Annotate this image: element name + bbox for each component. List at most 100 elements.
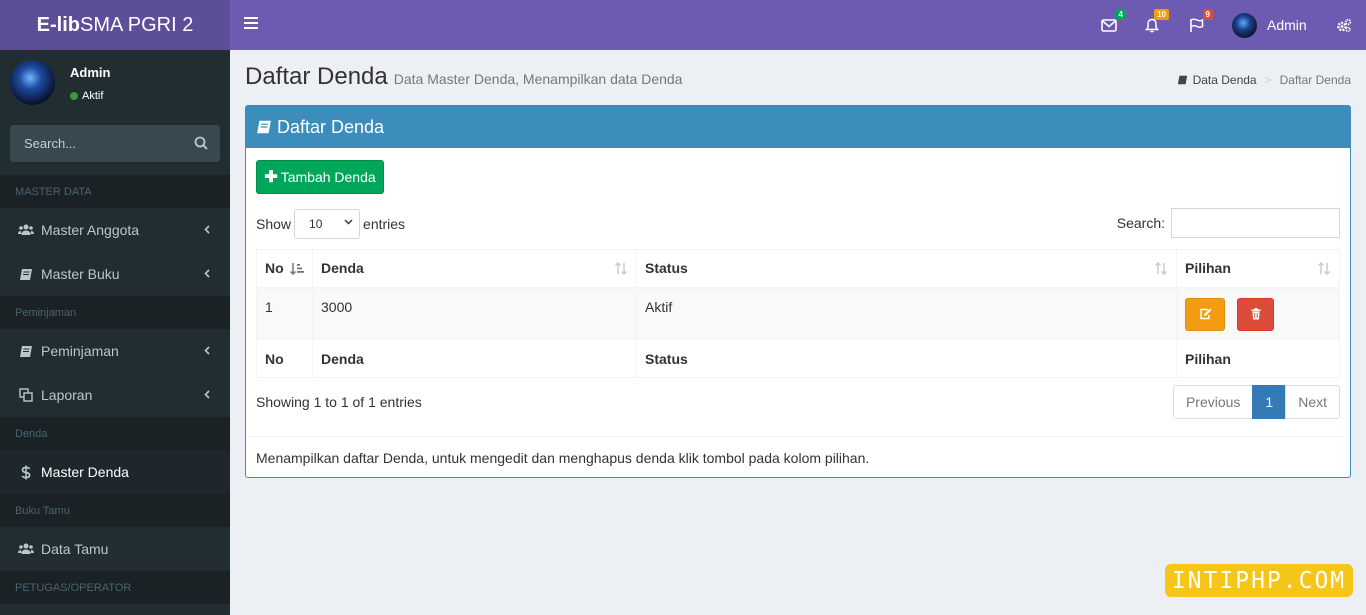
edit-button[interactable]	[1185, 297, 1225, 331]
sidebar-search	[10, 125, 220, 162]
app-logo[interactable]: E-lib SMA PGRI 2	[0, 0, 230, 50]
footer-column-no: No	[256, 339, 313, 378]
page-title: Daftar Denda	[245, 63, 388, 90]
user-status: Aktif	[70, 90, 103, 102]
navbar-user-name: Admin	[1267, 17, 1307, 33]
show-label: Show	[256, 216, 292, 232]
tasks-button[interactable]: 9	[1185, 9, 1213, 36]
table-search: Search:	[1117, 208, 1340, 238]
sidebar-item-master-anggota[interactable]: Master Anggota	[0, 208, 230, 252]
logo-text: SMA PGRI 2	[79, 13, 194, 36]
sidebar: Admin Aktif MASTER DATA Master Anggota M…	[0, 50, 230, 615]
menu-header: MASTER DATA	[0, 175, 230, 208]
breadcrumb-current: Daftar Denda	[1279, 73, 1351, 87]
column-label: No	[265, 260, 284, 277]
sidebar-menu: MASTER DATA Master Anggota Master Buku P…	[0, 175, 230, 604]
messages-badge: 4	[1115, 9, 1126, 20]
table-search-input[interactable]	[1171, 208, 1340, 238]
menu-header: Denda	[0, 417, 230, 450]
logo-bold: E-lib	[36, 13, 80, 36]
denda-box: Daftar Denda ✚ Tambah Denda Show 10 entr…	[245, 105, 1351, 478]
top-navbar: 4 10 9 Admin	[230, 0, 1366, 50]
sort-both-icon	[1317, 262, 1331, 275]
plus-icon: ✚	[264, 169, 278, 186]
entries-select[interactable]: 10	[294, 209, 361, 239]
messages-button[interactable]: 4	[1098, 9, 1126, 36]
sidebar-search-input[interactable]	[10, 125, 180, 162]
sidebar-item-label: Data Tamu	[41, 541, 109, 557]
sidebar-toggle-icon[interactable]	[244, 17, 258, 31]
page-1-button[interactable]: 1	[1252, 385, 1287, 419]
flag-icon	[1189, 18, 1203, 32]
denda-table: No Denda Status Pilihan 1 3000 Aktif No …	[256, 249, 1340, 378]
menu-header: PETUGAS/OPERATOR	[0, 571, 230, 604]
copy-icon	[18, 388, 34, 402]
entries-label: entries	[363, 216, 406, 232]
column-header-pilihan[interactable]: Pilihan	[1176, 249, 1340, 289]
chevron-left-icon	[204, 346, 210, 355]
search-label: Search:	[1116, 215, 1165, 231]
tasks-badge: 9	[1202, 9, 1213, 20]
next-page-button[interactable]: Next	[1285, 385, 1340, 419]
column-label: Denda	[321, 260, 364, 277]
box-header: Daftar Denda	[246, 106, 1350, 148]
pagination: Previous 1 Next	[1172, 385, 1340, 419]
delete-button[interactable]	[1237, 297, 1274, 331]
search-icon[interactable]	[194, 136, 208, 153]
sidebar-user-name: Admin	[70, 65, 111, 80]
sidebar-item-master-denda[interactable]: Master Denda	[0, 450, 230, 494]
column-label: Pilihan	[1185, 260, 1231, 277]
column-label: Status	[645, 260, 688, 277]
sidebar-item-master-buku[interactable]: Master Buku	[0, 252, 230, 296]
notifications-button[interactable]: 10	[1141, 9, 1169, 36]
sidebar-item-label: Laporan	[41, 387, 93, 403]
sidebar-item-peminjaman[interactable]: Peminjaman	[0, 329, 230, 373]
dollar-icon	[18, 465, 34, 480]
table-info: Showing 1 to 1 of 1 entries	[256, 394, 422, 410]
chevron-left-icon	[204, 390, 210, 399]
table-row: 1 3000 Aktif	[256, 287, 1340, 340]
previous-page-button[interactable]: Previous	[1172, 385, 1254, 419]
users-icon	[18, 224, 34, 236]
box-title: Daftar Denda	[277, 116, 385, 137]
avatar	[10, 60, 55, 105]
cell-status: Aktif	[636, 287, 1177, 340]
add-denda-button[interactable]: ✚ Tambah Denda	[256, 160, 384, 194]
user-menu[interactable]: Admin	[1232, 12, 1307, 38]
online-dot-icon	[70, 92, 78, 100]
sidebar-item-label: Master Buku	[41, 266, 120, 282]
avatar	[1232, 12, 1257, 38]
chevron-down-icon	[344, 219, 353, 225]
sidebar-item-label: Peminjaman	[41, 343, 119, 359]
breadcrumb: Data Denda > Daftar Denda	[1177, 73, 1351, 87]
sidebar-item-laporan[interactable]: Laporan	[0, 373, 230, 417]
sidebar-item-label: Master Denda	[41, 464, 129, 480]
menu-header: Peminjaman	[0, 296, 230, 329]
notifications-badge: 10	[1154, 9, 1169, 20]
book-icon	[18, 345, 34, 358]
control-sidebar-button[interactable]	[1333, 14, 1355, 36]
edit-icon	[1199, 308, 1211, 320]
book-icon	[18, 268, 34, 281]
sidebar-item-data-tamu[interactable]: Data Tamu	[0, 527, 230, 571]
user-status-label: Aktif	[82, 90, 104, 102]
entries-length: Show 10 entries	[256, 209, 405, 239]
column-header-denda[interactable]: Denda	[312, 249, 637, 289]
book-icon	[256, 119, 272, 135]
sort-both-icon	[1154, 262, 1168, 275]
footer-column-denda: Denda	[312, 339, 637, 378]
user-panel: Admin Aktif	[0, 50, 230, 125]
sort-both-icon	[614, 262, 628, 275]
breadcrumb-item: Data Denda	[1192, 73, 1257, 87]
footer-column-pilihan: Pilihan	[1176, 339, 1340, 378]
chevron-left-icon	[204, 225, 210, 234]
column-header-no[interactable]: No	[256, 249, 313, 289]
breadcrumb-link[interactable]: Data Denda	[1177, 73, 1257, 87]
column-header-status[interactable]: Status	[636, 249, 1177, 289]
box-footer-note: Menampilkan daftar Denda, untuk mengedit…	[246, 436, 1350, 479]
add-denda-label: Tambah Denda	[280, 169, 376, 185]
envelope-icon	[1101, 18, 1117, 32]
cell-no: 1	[256, 287, 313, 340]
trash-icon	[1251, 308, 1260, 320]
entries-value: 10	[309, 217, 323, 231]
